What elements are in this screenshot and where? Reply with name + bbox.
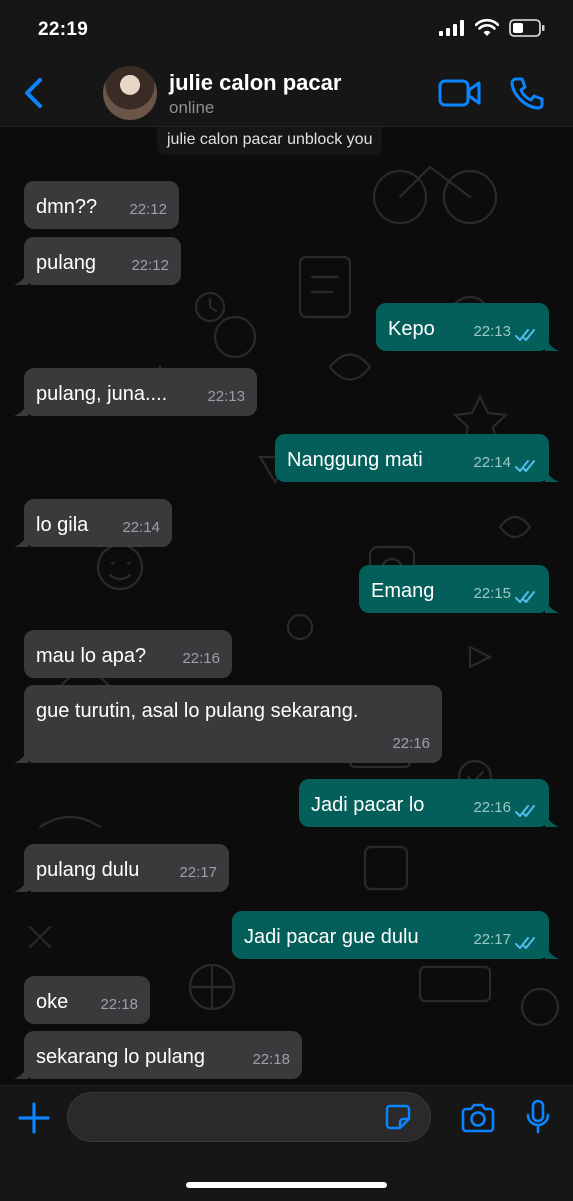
bubble-tail xyxy=(14,1065,28,1079)
message-outgoing[interactable]: Nanggung mati 22:14 xyxy=(275,434,549,482)
read-ticks-icon xyxy=(515,460,535,472)
message-text: Nanggung mati xyxy=(287,449,423,471)
microphone-icon xyxy=(526,1099,550,1134)
message-time: 22:18 xyxy=(100,996,138,1013)
contact-name[interactable]: julie calon pacar xyxy=(169,70,341,96)
message-text: Jadi pacar lo xyxy=(311,794,425,816)
message-input[interactable] xyxy=(67,1092,431,1142)
status-bar: 22:19 xyxy=(0,0,573,58)
message-incoming[interactable]: gue turutin, asal lo pulang sekarang. 22… xyxy=(24,685,442,763)
message-time: 22:16 xyxy=(182,650,220,667)
voice-message-button[interactable] xyxy=(525,1099,551,1140)
wifi-icon xyxy=(475,19,499,36)
home-indicator[interactable] xyxy=(186,1182,387,1188)
message-time: 22:14 xyxy=(473,454,511,471)
message-text: Jadi pacar gue dulu xyxy=(244,926,419,948)
message-incoming[interactable]: lo gila 22:14 xyxy=(24,499,172,547)
message-time: 22:17 xyxy=(473,931,511,948)
read-ticks-icon xyxy=(515,329,535,341)
message-outgoing[interactable]: Jadi pacar gue dulu 22:17 xyxy=(232,911,549,959)
bubble-tail xyxy=(545,337,559,351)
cellular-signal-icon xyxy=(439,20,464,36)
bubble-tail xyxy=(14,271,28,285)
message-incoming[interactable]: sekarang lo pulang 22:18 xyxy=(24,1031,302,1079)
message-time: 22:16 xyxy=(473,799,511,816)
bubble-tail xyxy=(545,945,559,959)
message-time: 22:13 xyxy=(473,323,511,340)
status-icons xyxy=(439,19,545,37)
message-text: mau lo apa? xyxy=(36,645,147,667)
voice-call-button[interactable] xyxy=(509,76,545,115)
message-incoming[interactable]: mau lo apa? 22:16 xyxy=(24,630,232,678)
message-time: 22:18 xyxy=(252,1051,290,1068)
back-chevron-icon xyxy=(25,78,42,108)
message-text: lo gila xyxy=(36,514,89,536)
bubble-tail xyxy=(545,599,559,613)
read-ticks-icon xyxy=(515,591,535,603)
bubble-tail xyxy=(14,533,28,547)
bubble-tail xyxy=(14,749,28,763)
sticker-icon xyxy=(385,1104,411,1130)
video-call-icon xyxy=(438,79,481,107)
back-button[interactable] xyxy=(22,76,46,115)
message-text: oke xyxy=(36,991,69,1013)
message-incoming[interactable]: oke 22:18 xyxy=(24,976,150,1024)
message-text: Kepo xyxy=(388,318,435,340)
system-note: julie calon pacar unblock you xyxy=(157,127,383,155)
bubble-tail xyxy=(14,402,28,416)
bubble-tail xyxy=(14,878,28,892)
message-incoming[interactable]: pulang, juna.... 22:13 xyxy=(24,368,257,416)
message-composer xyxy=(0,1085,573,1201)
sticker-button[interactable] xyxy=(385,1104,411,1135)
contact-status: online xyxy=(169,98,215,117)
message-text: dmn?? xyxy=(36,196,98,218)
message-text: pulang xyxy=(36,252,97,274)
contact-avatar[interactable] xyxy=(103,66,157,120)
message-outgoing[interactable]: Kepo 22:13 xyxy=(376,303,549,351)
camera-icon xyxy=(461,1103,495,1133)
chat-header: julie calon pacar online xyxy=(0,58,573,127)
plus-icon xyxy=(18,1102,50,1134)
message-incoming[interactable]: pulang 22:12 xyxy=(24,237,181,285)
camera-button[interactable] xyxy=(460,1103,496,1138)
chat-area[interactable]: julie calon pacar unblock you dmn?? 22:1… xyxy=(0,127,573,1085)
message-time: 22:14 xyxy=(122,519,160,536)
message-time: 22:15 xyxy=(473,585,511,602)
message-incoming[interactable]: pulang dulu 22:17 xyxy=(24,844,229,892)
video-call-button[interactable] xyxy=(438,78,482,113)
message-text: gue turutin, asal lo pulang sekarang. xyxy=(36,700,359,722)
message-outgoing[interactable]: Emang 22:15 xyxy=(359,565,549,613)
bubble-tail xyxy=(545,468,559,482)
message-text: pulang, juna.... xyxy=(36,383,168,405)
message-time: 22:12 xyxy=(129,201,167,218)
read-ticks-icon xyxy=(515,937,535,949)
message-time: 22:17 xyxy=(179,864,217,881)
message-text: sekarang lo pulang xyxy=(36,1046,206,1068)
message-time: 22:13 xyxy=(207,388,245,405)
message-text: pulang dulu xyxy=(36,859,140,881)
status-time: 22:19 xyxy=(38,19,89,40)
phone-call-icon xyxy=(510,77,544,110)
message-time: 22:12 xyxy=(131,257,169,274)
bubble-tail xyxy=(545,813,559,827)
read-ticks-icon xyxy=(515,805,535,817)
message-outgoing[interactable]: Jadi pacar lo 22:16 xyxy=(299,779,549,827)
attach-button[interactable] xyxy=(17,1101,51,1140)
message-incoming[interactable]: dmn?? 22:12 xyxy=(24,181,179,229)
battery-icon xyxy=(509,19,545,37)
message-text: Emang xyxy=(371,580,435,602)
message-time: 22:16 xyxy=(392,735,430,752)
